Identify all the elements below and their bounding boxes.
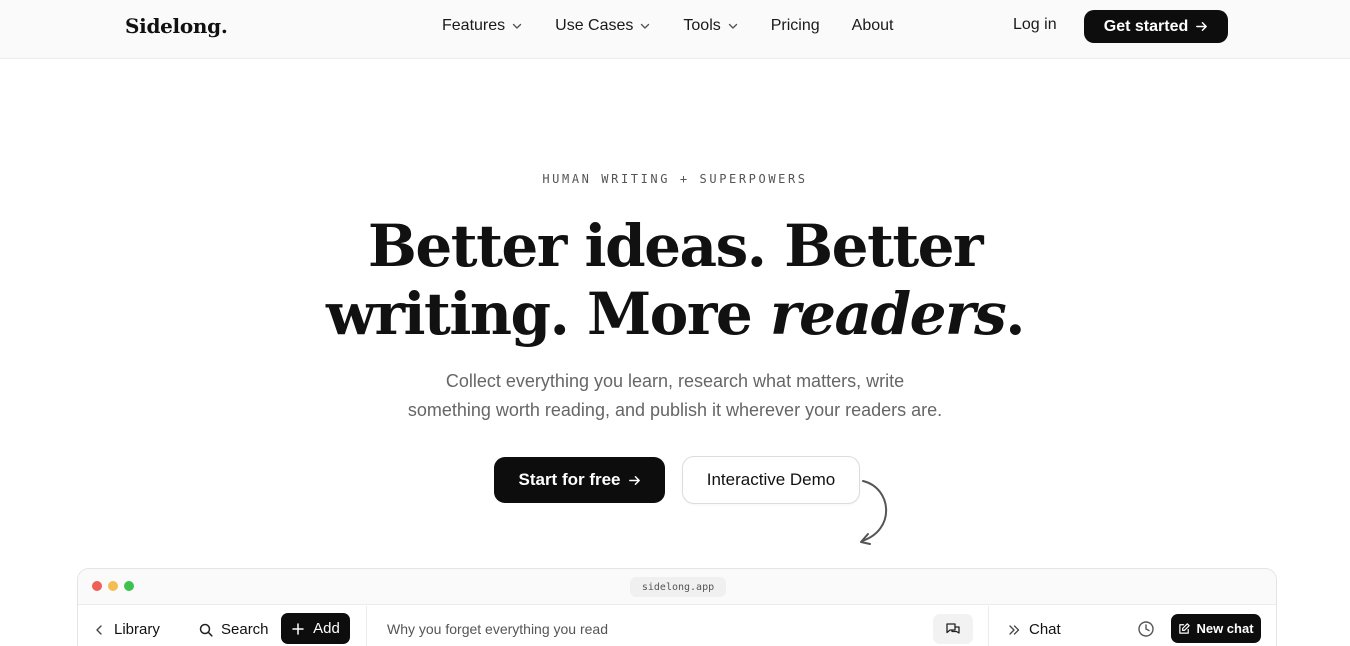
nav-item-features[interactable]: Features (442, 17, 523, 35)
subtitle-line-2: something worth reading, and publish it … (407, 400, 943, 420)
headline-emphasis: readers (770, 280, 1007, 348)
search-button[interactable]: Search (199, 621, 269, 638)
get-started-button[interactable]: Get started (1084, 10, 1228, 43)
editor-pane: Why you forget everything you read (367, 606, 989, 646)
subtitle-line-1: Collect everything you learn, research w… (445, 371, 905, 391)
top-nav: Sidelong. Features Use Cases Tools Prici… (0, 0, 1350, 59)
chat-pane: Chat New chat (989, 606, 1276, 646)
chat-label: Chat (1029, 621, 1061, 638)
main-menu: Features Use Cases Tools Pricing About (442, 16, 893, 36)
chevron-down-icon (728, 23, 737, 29)
nav-item-label: Tools (683, 17, 721, 34)
library-pane: Library Search Add (78, 606, 367, 646)
library-label: Library (114, 621, 160, 638)
headline-line-1: Better ideas. Better (367, 212, 984, 280)
nav-item-pricing[interactable]: Pricing (771, 17, 820, 35)
interactive-demo-button[interactable]: Interactive Demo (682, 456, 860, 504)
double-chevron-right-icon (1009, 624, 1020, 635)
add-label: Add (313, 620, 340, 637)
app-preview-window: sidelong.app Library Search Add Why you … (77, 568, 1277, 646)
new-chat-button[interactable]: New chat (1171, 614, 1261, 643)
hero-subtitle: Collect everything you learn, research w… (0, 367, 1350, 425)
chevron-down-icon (512, 23, 522, 29)
arrow-right-icon (628, 475, 640, 485)
nav-item-tools[interactable]: Tools (683, 17, 738, 35)
start-for-free-label: Start for free (518, 470, 621, 489)
add-button[interactable]: Add (281, 613, 350, 644)
hero-headline: Better ideas. Better writing. More reade… (0, 212, 1350, 348)
library-back-button[interactable]: Library (92, 621, 160, 638)
window-minimize-dot (108, 581, 118, 591)
clock-icon[interactable] (1137, 620, 1155, 638)
chevron-left-icon (96, 624, 102, 635)
hero-eyebrow: HUMAN WRITING + SUPERPOWERS (542, 172, 808, 186)
window-titlebar: sidelong.app (78, 569, 1276, 605)
get-started-label: Get started (1103, 17, 1189, 35)
chevron-down-icon (641, 23, 650, 29)
plus-icon (292, 622, 304, 635)
arrow-right-icon (1196, 22, 1208, 31)
headline-line-2: writing. More readers. (0, 280, 1350, 348)
window-maximize-dot (124, 581, 134, 591)
curved-arrow-icon (860, 480, 888, 545)
chat-bubbles-icon (946, 623, 960, 634)
nav-item-label: Use Cases (555, 17, 634, 34)
search-icon (199, 623, 213, 637)
document-title[interactable]: Why you forget everything you read (387, 621, 608, 637)
logo[interactable]: Sidelong. (125, 14, 228, 38)
url-bar: sidelong.app (630, 577, 726, 597)
login-link[interactable]: Log in (1013, 16, 1057, 34)
search-label: Search (221, 621, 269, 638)
toggle-chat-button[interactable] (933, 614, 973, 644)
headline-period: . (1005, 280, 1025, 348)
edit-icon (1179, 623, 1191, 634)
nav-item-about[interactable]: About (852, 17, 894, 35)
headline-text: writing. More (326, 280, 771, 348)
new-chat-label: New chat (1196, 621, 1254, 636)
nav-item-label: Features (442, 17, 506, 34)
window-close-dot (92, 581, 102, 591)
nav-item-use-cases[interactable]: Use Cases (555, 17, 651, 35)
nav-item-label: About (851, 17, 894, 34)
nav-item-label: Pricing (770, 17, 820, 34)
chat-tab[interactable]: Chat (1007, 621, 1061, 638)
start-for-free-button[interactable]: Start for free (494, 457, 665, 503)
interactive-demo-label: Interactive Demo (706, 470, 836, 489)
